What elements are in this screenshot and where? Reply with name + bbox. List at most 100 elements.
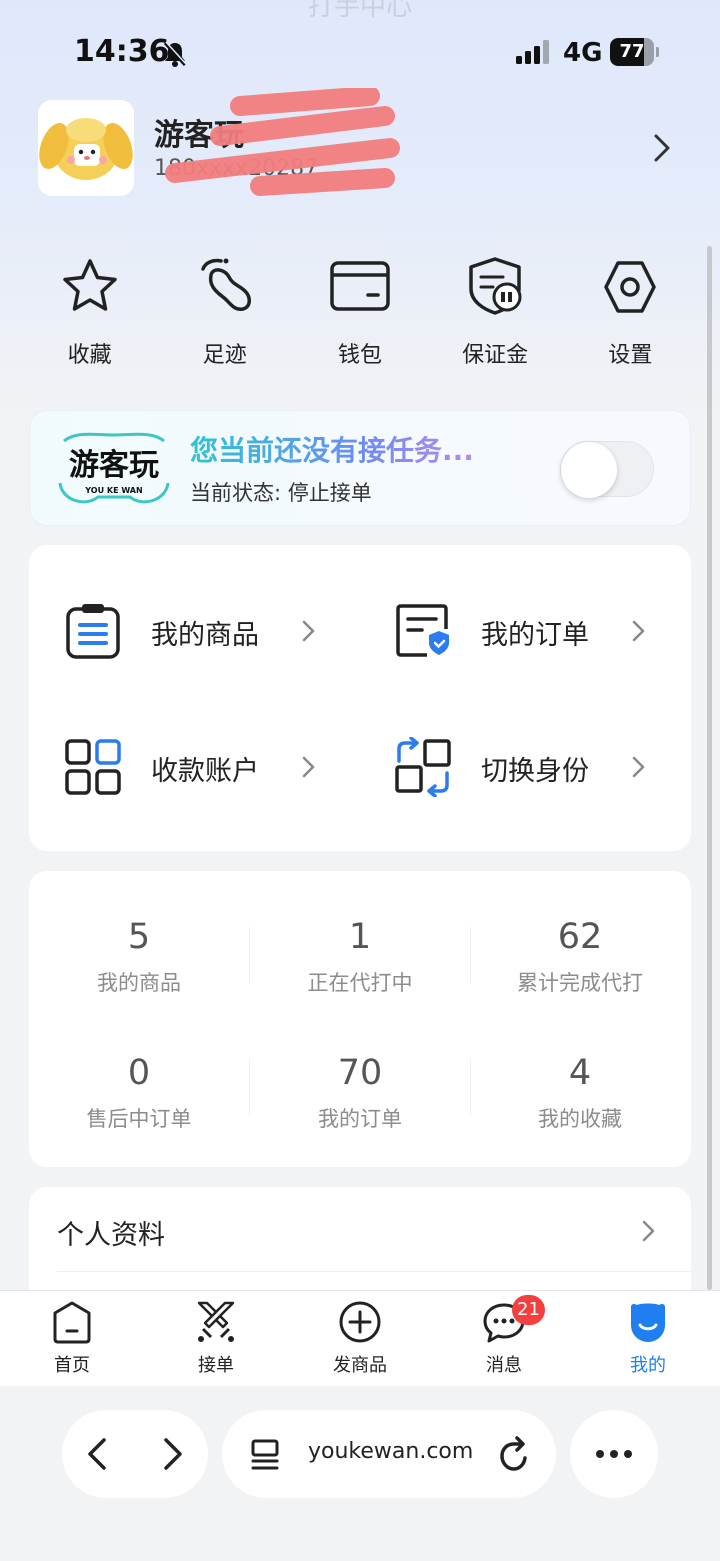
quick-action-settings[interactable]: 设置 bbox=[563, 255, 698, 375]
home-icon bbox=[53, 1301, 91, 1344]
avatar[interactable] bbox=[38, 100, 134, 196]
task-title: 您当前还没有接任务... bbox=[190, 429, 474, 469]
address-bar[interactable]: youkewan.com bbox=[222, 1410, 556, 1498]
tab-label: 我的 bbox=[630, 1355, 666, 1376]
tab-label: 发商品 bbox=[333, 1355, 387, 1376]
quick-action-label: 足迹 bbox=[202, 343, 247, 368]
logo-subtext: YOU KE WAN bbox=[84, 486, 142, 495]
tab-label: 消息 bbox=[486, 1355, 522, 1376]
chevron-right-icon bbox=[302, 620, 315, 642]
status-bar: 14:36 4G 77 bbox=[0, 0, 720, 100]
scrollbar[interactable] bbox=[707, 246, 712, 1290]
battery-icon: 77 bbox=[610, 38, 659, 66]
forward-arrow-icon[interactable] bbox=[160, 1436, 186, 1472]
stat-in-progress[interactable]: 1 正在代打中 bbox=[250, 917, 470, 997]
dog-avatar-icon bbox=[38, 100, 134, 196]
footprint-icon bbox=[201, 258, 251, 311]
divider bbox=[57, 1271, 691, 1272]
stat-my-favorites[interactable]: 4 我的收藏 bbox=[470, 1053, 690, 1133]
redaction-scribble bbox=[165, 88, 400, 196]
cellular-signal-icon bbox=[516, 40, 549, 64]
bell-muted-icon bbox=[163, 41, 187, 67]
stat-label: 我的订单 bbox=[318, 1107, 402, 1131]
settings-icon bbox=[604, 261, 657, 313]
stat-value: 1 bbox=[348, 917, 372, 957]
url-text: youkewan.com bbox=[308, 1439, 474, 1464]
quick-action-label: 设置 bbox=[608, 343, 653, 368]
deposit-icon bbox=[469, 257, 522, 315]
reload-icon[interactable] bbox=[498, 1436, 532, 1472]
tab-messages[interactable]: 21 消息 bbox=[432, 1291, 576, 1386]
stat-label: 正在代打中 bbox=[307, 971, 413, 995]
quick-action-favorites[interactable]: 收藏 bbox=[22, 255, 157, 375]
stat-my-orders[interactable]: 70 我的订单 bbox=[250, 1053, 470, 1133]
status-time: 14:36 bbox=[74, 34, 170, 69]
tab-mine[interactable]: 我的 bbox=[576, 1291, 720, 1386]
menu-card: 我的商品 我的订单 收款账户 切换身份 bbox=[29, 545, 691, 851]
quick-action-label: 保证金 bbox=[462, 343, 529, 368]
more-button[interactable] bbox=[570, 1410, 658, 1498]
tab-label: 接单 bbox=[198, 1355, 234, 1376]
menu-item-my-orders[interactable]: 我的订单 bbox=[359, 591, 659, 671]
menu-item-payment-account[interactable]: 收款账户 bbox=[29, 727, 329, 807]
stats-card: 5 我的商品 1 正在代打中 62 累计完成代打 0 售后中订单 70 我的订单… bbox=[29, 871, 691, 1167]
stat-value: 62 bbox=[557, 917, 603, 957]
chevron-right-icon bbox=[642, 1220, 655, 1242]
profile-info-row[interactable]: 个人资料 bbox=[29, 1187, 691, 1297]
page-menu-icon[interactable] bbox=[250, 1438, 282, 1470]
stat-value: 0 bbox=[127, 1053, 151, 1093]
stat-label: 我的收藏 bbox=[538, 1107, 622, 1131]
stat-completed[interactable]: 62 累计完成代打 bbox=[470, 917, 690, 997]
menu-item-label: 我的商品 bbox=[151, 620, 259, 651]
divider bbox=[249, 1059, 250, 1115]
unread-badge: 21 bbox=[512, 1295, 545, 1325]
stat-label: 我的商品 bbox=[97, 971, 181, 995]
switch-identity-icon bbox=[395, 737, 451, 797]
toggle-knob bbox=[561, 442, 617, 498]
tab-label: 首页 bbox=[54, 1355, 90, 1376]
stat-value: 5 bbox=[127, 917, 151, 957]
stat-after-sales[interactable]: 0 售后中订单 bbox=[29, 1053, 249, 1133]
youkewan-logo: 游客玩 YOU KE WAN bbox=[58, 432, 170, 504]
chevron-right-icon bbox=[302, 756, 315, 778]
star-icon bbox=[62, 259, 117, 311]
crossed-swords-icon bbox=[197, 1301, 235, 1342]
battery-percent: 77 bbox=[619, 41, 645, 62]
divider bbox=[470, 1059, 471, 1115]
stat-value: 70 bbox=[337, 1053, 383, 1093]
tab-accept-orders[interactable]: 接单 bbox=[144, 1291, 288, 1386]
clipboard-list-icon bbox=[66, 604, 120, 659]
menu-item-label: 切换身份 bbox=[481, 756, 589, 787]
quick-action-label: 收藏 bbox=[67, 343, 112, 368]
quick-action-label: 钱包 bbox=[337, 343, 382, 368]
profile-face-icon bbox=[631, 1303, 665, 1342]
logo-text: 游客玩 bbox=[69, 448, 159, 483]
task-status-card: 游客玩 YOU KE WAN 您当前还没有接任务... 当前状态: 停止接单 bbox=[29, 410, 691, 526]
menu-item-label: 我的订单 bbox=[481, 620, 589, 651]
browser-nav-group bbox=[62, 1410, 208, 1498]
quick-action-wallet[interactable]: 钱包 bbox=[292, 255, 427, 375]
stat-my-products[interactable]: 5 我的商品 bbox=[29, 917, 249, 997]
stat-label: 累计完成代打 bbox=[517, 971, 643, 995]
menu-item-my-products[interactable]: 我的商品 bbox=[29, 591, 329, 671]
accept-orders-toggle[interactable] bbox=[560, 441, 654, 498]
tab-home[interactable]: 首页 bbox=[0, 1291, 144, 1386]
chevron-right-icon bbox=[632, 620, 645, 642]
divider bbox=[470, 927, 471, 983]
tab-post-product[interactable]: 发商品 bbox=[288, 1291, 432, 1386]
quick-action-footprint[interactable]: 足迹 bbox=[157, 255, 292, 375]
grid-account-icon bbox=[65, 739, 121, 795]
back-arrow-icon[interactable] bbox=[84, 1436, 110, 1472]
browser-toolbar: youkewan.com bbox=[0, 1386, 720, 1561]
menu-item-switch-identity[interactable]: 切换身份 bbox=[359, 727, 659, 807]
network-type: 4G bbox=[563, 38, 603, 68]
quick-action-deposit[interactable]: 保证金 bbox=[428, 255, 563, 375]
task-status-text: 当前状态: 停止接单 bbox=[190, 481, 372, 505]
divider bbox=[249, 927, 250, 983]
more-dots-icon bbox=[596, 1450, 632, 1458]
bottom-tab-bar: 首页 接单 发商品 21 消息 我的 bbox=[0, 1290, 720, 1386]
plus-circle-icon bbox=[339, 1301, 381, 1343]
chevron-right-icon[interactable] bbox=[650, 132, 674, 164]
stat-value: 4 bbox=[568, 1053, 592, 1093]
menu-item-label: 收款账户 bbox=[151, 756, 259, 787]
